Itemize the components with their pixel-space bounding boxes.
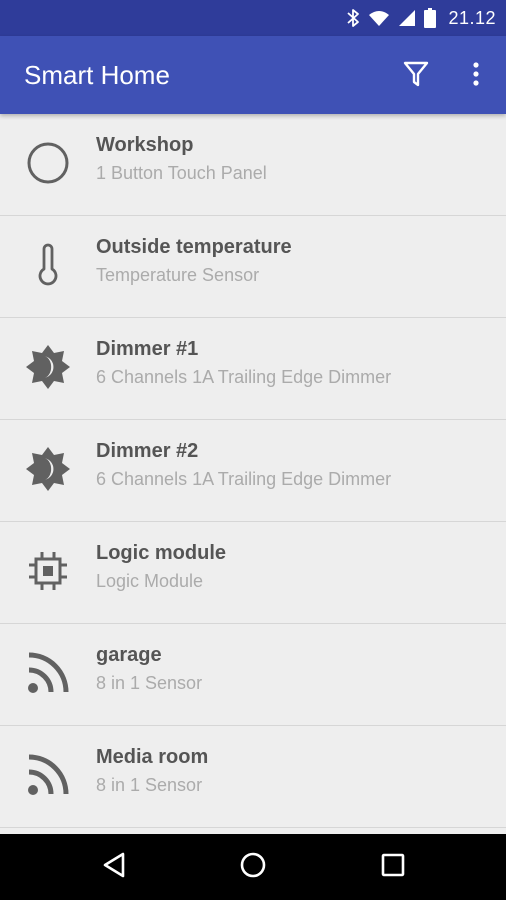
recents-button[interactable] [373, 847, 413, 887]
recents-icon [380, 852, 406, 883]
thermometer-icon [22, 239, 74, 291]
rss-icon [22, 647, 74, 699]
brightness-icon [22, 341, 74, 393]
more-options-button[interactable] [456, 56, 496, 96]
app-bar: Smart Home [0, 36, 506, 114]
device-name: Outside temperature [96, 236, 292, 258]
list-item[interactable]: Media room 8 in 1 Sensor [0, 726, 506, 828]
filter-button[interactable] [396, 56, 436, 96]
bluetooth-icon [346, 8, 368, 28]
brightness-icon [22, 443, 74, 495]
list-item[interactable]: Outside temperature Temperature Sensor [0, 216, 506, 318]
list-item[interactable]: garage 8 in 1 Sensor [0, 624, 506, 726]
device-type: Logic Module [96, 571, 204, 591]
device-type: 6 Channels 1A Trailing Edge Dimmer [96, 367, 392, 387]
device-name: Dimmer #1 [96, 338, 199, 360]
back-icon [101, 851, 127, 884]
status-icons: 21.12 [346, 0, 496, 36]
device-type: 1 Button Touch Panel [96, 163, 267, 183]
more-vert-icon [472, 61, 480, 92]
status-time: 21.12 [448, 7, 496, 28]
device-name: Dimmer #2 [96, 440, 199, 462]
list-item[interactable]: Dimmer #2 6 Channels 1A Trailing Edge Di… [0, 420, 506, 522]
wifi-icon [368, 9, 398, 27]
device-name: Media room [96, 746, 209, 768]
device-type: 6 Channels 1A Trailing Edge Dimmer [96, 469, 392, 489]
device-name: Workshop [96, 134, 194, 156]
device-name: garage [96, 644, 162, 666]
device-type: 8 in 1 Sensor [96, 775, 203, 795]
status-bar: 21.12 [0, 0, 506, 36]
device-type: 8 in 1 Sensor [96, 673, 203, 693]
device-type: Temperature Sensor [96, 265, 260, 285]
app-title: Smart Home [24, 60, 170, 90]
home-icon [239, 851, 267, 884]
battery-icon [424, 8, 444, 28]
navigation-bar [0, 834, 506, 900]
signal-icon [398, 9, 424, 27]
circle-icon [22, 137, 74, 189]
rss-icon [22, 749, 74, 801]
list-item[interactable]: Logic module Logic Module [0, 522, 506, 624]
chip-icon [22, 545, 74, 597]
device-list: Workshop 1 Button Touch Panel Outside te… [0, 114, 506, 834]
device-name: Logic module [96, 542, 226, 564]
back-button[interactable] [94, 847, 134, 887]
list-item[interactable]: Workshop 1 Button Touch Panel [0, 114, 506, 216]
home-button[interactable] [233, 847, 273, 887]
filter-icon [403, 60, 429, 93]
list-item[interactable]: Dimmer #1 6 Channels 1A Trailing Edge Di… [0, 318, 506, 420]
